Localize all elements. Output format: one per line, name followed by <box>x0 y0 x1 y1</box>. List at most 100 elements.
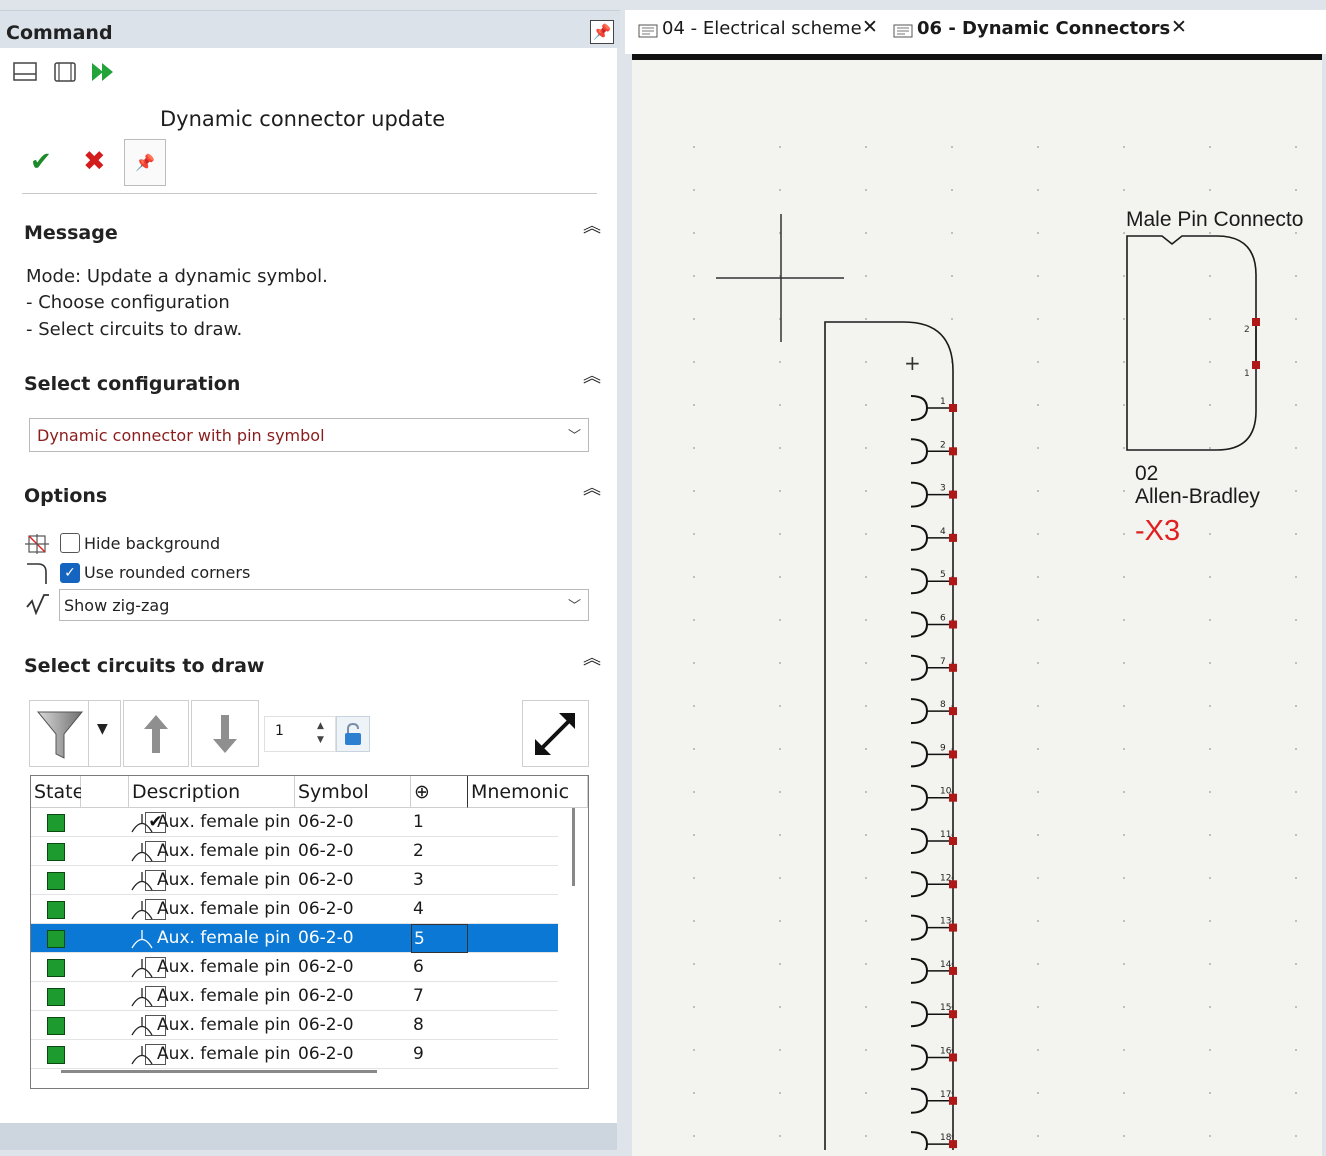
female-pin-symbol-icon <box>131 843 153 862</box>
lock-button[interactable] <box>336 716 370 752</box>
save-icon[interactable] <box>12 60 38 84</box>
table-row[interactable]: Aux. female pin 06-2-0 6 <box>31 953 558 982</box>
mnemonic-cell[interactable] <box>468 1011 558 1040</box>
close-tab-electrical-icon[interactable]: ✕ <box>862 16 878 38</box>
number-cell[interactable]: 4 <box>411 895 468 924</box>
number-cell[interactable]: 9 <box>411 1040 468 1069</box>
male-connector-outline[interactable] <box>1126 235 1257 451</box>
female-pin[interactable]: 9 <box>910 741 957 768</box>
move-down-button[interactable] <box>191 700 259 767</box>
move-up-button[interactable] <box>123 700 189 767</box>
female-pin[interactable]: 13 <box>910 914 957 941</box>
number-cell[interactable]: 3 <box>411 866 468 895</box>
pin-panel-button[interactable]: 📌 <box>590 20 614 44</box>
female-pin[interactable]: 5 <box>910 568 957 595</box>
female-pin[interactable]: 14 <box>910 957 957 984</box>
keep-visible-pushpin-button[interactable]: 📌 <box>124 139 166 186</box>
male-pin-2-terminal[interactable] <box>1252 318 1260 326</box>
drawing-canvas[interactable]: + 1 2 3 4 5 6 7 8 9 10 11 12 13 14 15 16 17 18 2 1 Male P… <box>632 54 1322 1156</box>
female-pin[interactable]: 12 <box>910 871 957 898</box>
female-pin[interactable]: 18 <box>910 1131 957 1150</box>
number-cell[interactable]: 5 <box>411 924 468 953</box>
rounded-corners-checkbox[interactable]: ✓ <box>60 563 80 583</box>
ok-check-icon[interactable]: ✔ <box>30 147 52 177</box>
column-header-mnemonic[interactable]: Mnemonic <box>468 776 588 808</box>
layout-icon[interactable] <box>52 60 78 84</box>
female-pin[interactable]: 6 <box>910 611 957 638</box>
mnemonic-cell[interactable] <box>468 953 558 982</box>
mnemonic-cell[interactable] <box>468 808 558 837</box>
male-pin-1-terminal[interactable] <box>1252 361 1260 369</box>
female-pin[interactable]: 4 <box>910 524 957 551</box>
close-tab-dynamic-icon[interactable]: ✕ <box>1171 16 1187 38</box>
table-row[interactable]: Aux. female pin 06-2-0 2 <box>31 837 558 866</box>
female-pin[interactable]: 16 <box>910 1044 957 1071</box>
column-header-number-plus-icon[interactable]: ⊕ <box>411 776 468 808</box>
mnemonic-cell[interactable] <box>468 866 558 895</box>
collapse-circuits-icon[interactable]: ︽ <box>582 650 602 668</box>
number-cell[interactable]: 1 <box>411 808 468 837</box>
scheme-drawing[interactable]: + 123456789101112131415161718 2 1 Male P… <box>632 60 1322 1150</box>
configuration-dropdown[interactable]: Dynamic connector with pin symbol ﹀ <box>29 418 589 452</box>
mnemonic-cell[interactable] <box>468 1040 558 1069</box>
female-pin[interactable]: 10 <box>910 784 957 811</box>
vertical-scrollbar[interactable] <box>569 808 588 1058</box>
table-row[interactable]: Aux. female pin 06-2-0 7 <box>31 982 558 1011</box>
female-pin[interactable]: 3 <box>910 481 957 508</box>
column-header-symbol[interactable]: Symbol <box>295 776 411 808</box>
female-pin[interactable]: 11 <box>910 828 957 854</box>
zigzag-dropdown[interactable]: Show zig-zag ﹀ <box>59 589 589 621</box>
collapse-message-icon[interactable]: ︽ <box>582 218 602 236</box>
column-header-select[interactable] <box>81 776 129 808</box>
female-pin[interactable]: 17 <box>910 1087 957 1114</box>
column-header-description[interactable]: Description <box>129 776 295 808</box>
female-pin-terminal[interactable] <box>949 404 957 412</box>
female-pin-terminal[interactable] <box>949 490 957 499</box>
number-cell[interactable]: 6 <box>411 953 468 982</box>
cancel-x-icon[interactable]: ✖ <box>83 146 106 177</box>
female-pin-terminal[interactable] <box>949 707 957 716</box>
hide-background-checkbox[interactable] <box>60 533 80 553</box>
table-row[interactable]: Aux. female pin 06-2-0 5 <box>31 924 558 953</box>
female-pin-terminal[interactable] <box>949 577 957 586</box>
female-pin[interactable]: 15 <box>910 1001 957 1028</box>
horizontal-scroll-thumb[interactable] <box>61 1070 377 1073</box>
number-cell[interactable]: 7 <box>411 982 468 1011</box>
number-cell[interactable]: 8 <box>411 1011 468 1040</box>
female-pin[interactable]: 7 <box>910 654 957 681</box>
female-pin-terminal[interactable] <box>949 663 957 672</box>
table-row[interactable]: ✔ Aux. female pin 06-2-0 1 <box>31 808 558 837</box>
expand-button[interactable] <box>522 700 589 767</box>
tab-dynamic-connectors[interactable]: 06 - Dynamic Connectors <box>917 18 1170 39</box>
female-pin-terminal[interactable] <box>949 533 957 542</box>
female-pin-terminal[interactable] <box>949 447 957 456</box>
female-pin[interactable]: 2 <box>910 438 957 465</box>
vertical-scroll-thumb[interactable] <box>572 808 575 886</box>
caret-down-icon[interactable]: ▼ <box>97 721 108 737</box>
table-row[interactable]: Aux. female pin 06-2-0 8 <box>31 1011 558 1040</box>
column-header-state[interactable]: State <box>31 776 84 808</box>
female-pin[interactable]: 8 <box>910 698 957 725</box>
step-spinner[interactable]: 1 ▲ ▼ <box>264 716 336 752</box>
description-cell: Aux. female pin <box>129 837 295 866</box>
mnemonic-cell[interactable] <box>468 982 558 1011</box>
female-connector-outline[interactable] <box>824 321 954 1150</box>
grid-dot <box>1123 447 1125 449</box>
table-row[interactable]: Aux. female pin 06-2-0 9 <box>31 1040 558 1069</box>
collapse-options-icon[interactable]: ︽ <box>582 480 602 498</box>
collapse-configuration-icon[interactable]: ︽ <box>582 368 602 386</box>
mnemonic-cell[interactable] <box>468 924 558 953</box>
run-icon[interactable] <box>90 60 116 84</box>
mnemonic-cell[interactable] <box>468 837 558 866</box>
female-pin-terminal[interactable] <box>949 750 957 759</box>
female-pin-terminal[interactable] <box>949 620 957 629</box>
number-cell[interactable]: 2 <box>411 837 468 866</box>
tab-electrical-scheme[interactable]: 04 - Electrical scheme <box>662 18 862 39</box>
mnemonic-cell[interactable] <box>468 895 558 924</box>
table-row[interactable]: Aux. female pin 06-2-0 4 <box>31 895 558 924</box>
filter-button[interactable]: ▼ <box>29 700 121 767</box>
female-pin-socket <box>910 568 929 595</box>
female-pin[interactable]: 1 <box>910 395 957 421</box>
table-row[interactable]: Aux. female pin 06-2-0 3 <box>31 866 558 895</box>
spinner-arrows-icon[interactable]: ▲ ▼ <box>317 719 324 747</box>
